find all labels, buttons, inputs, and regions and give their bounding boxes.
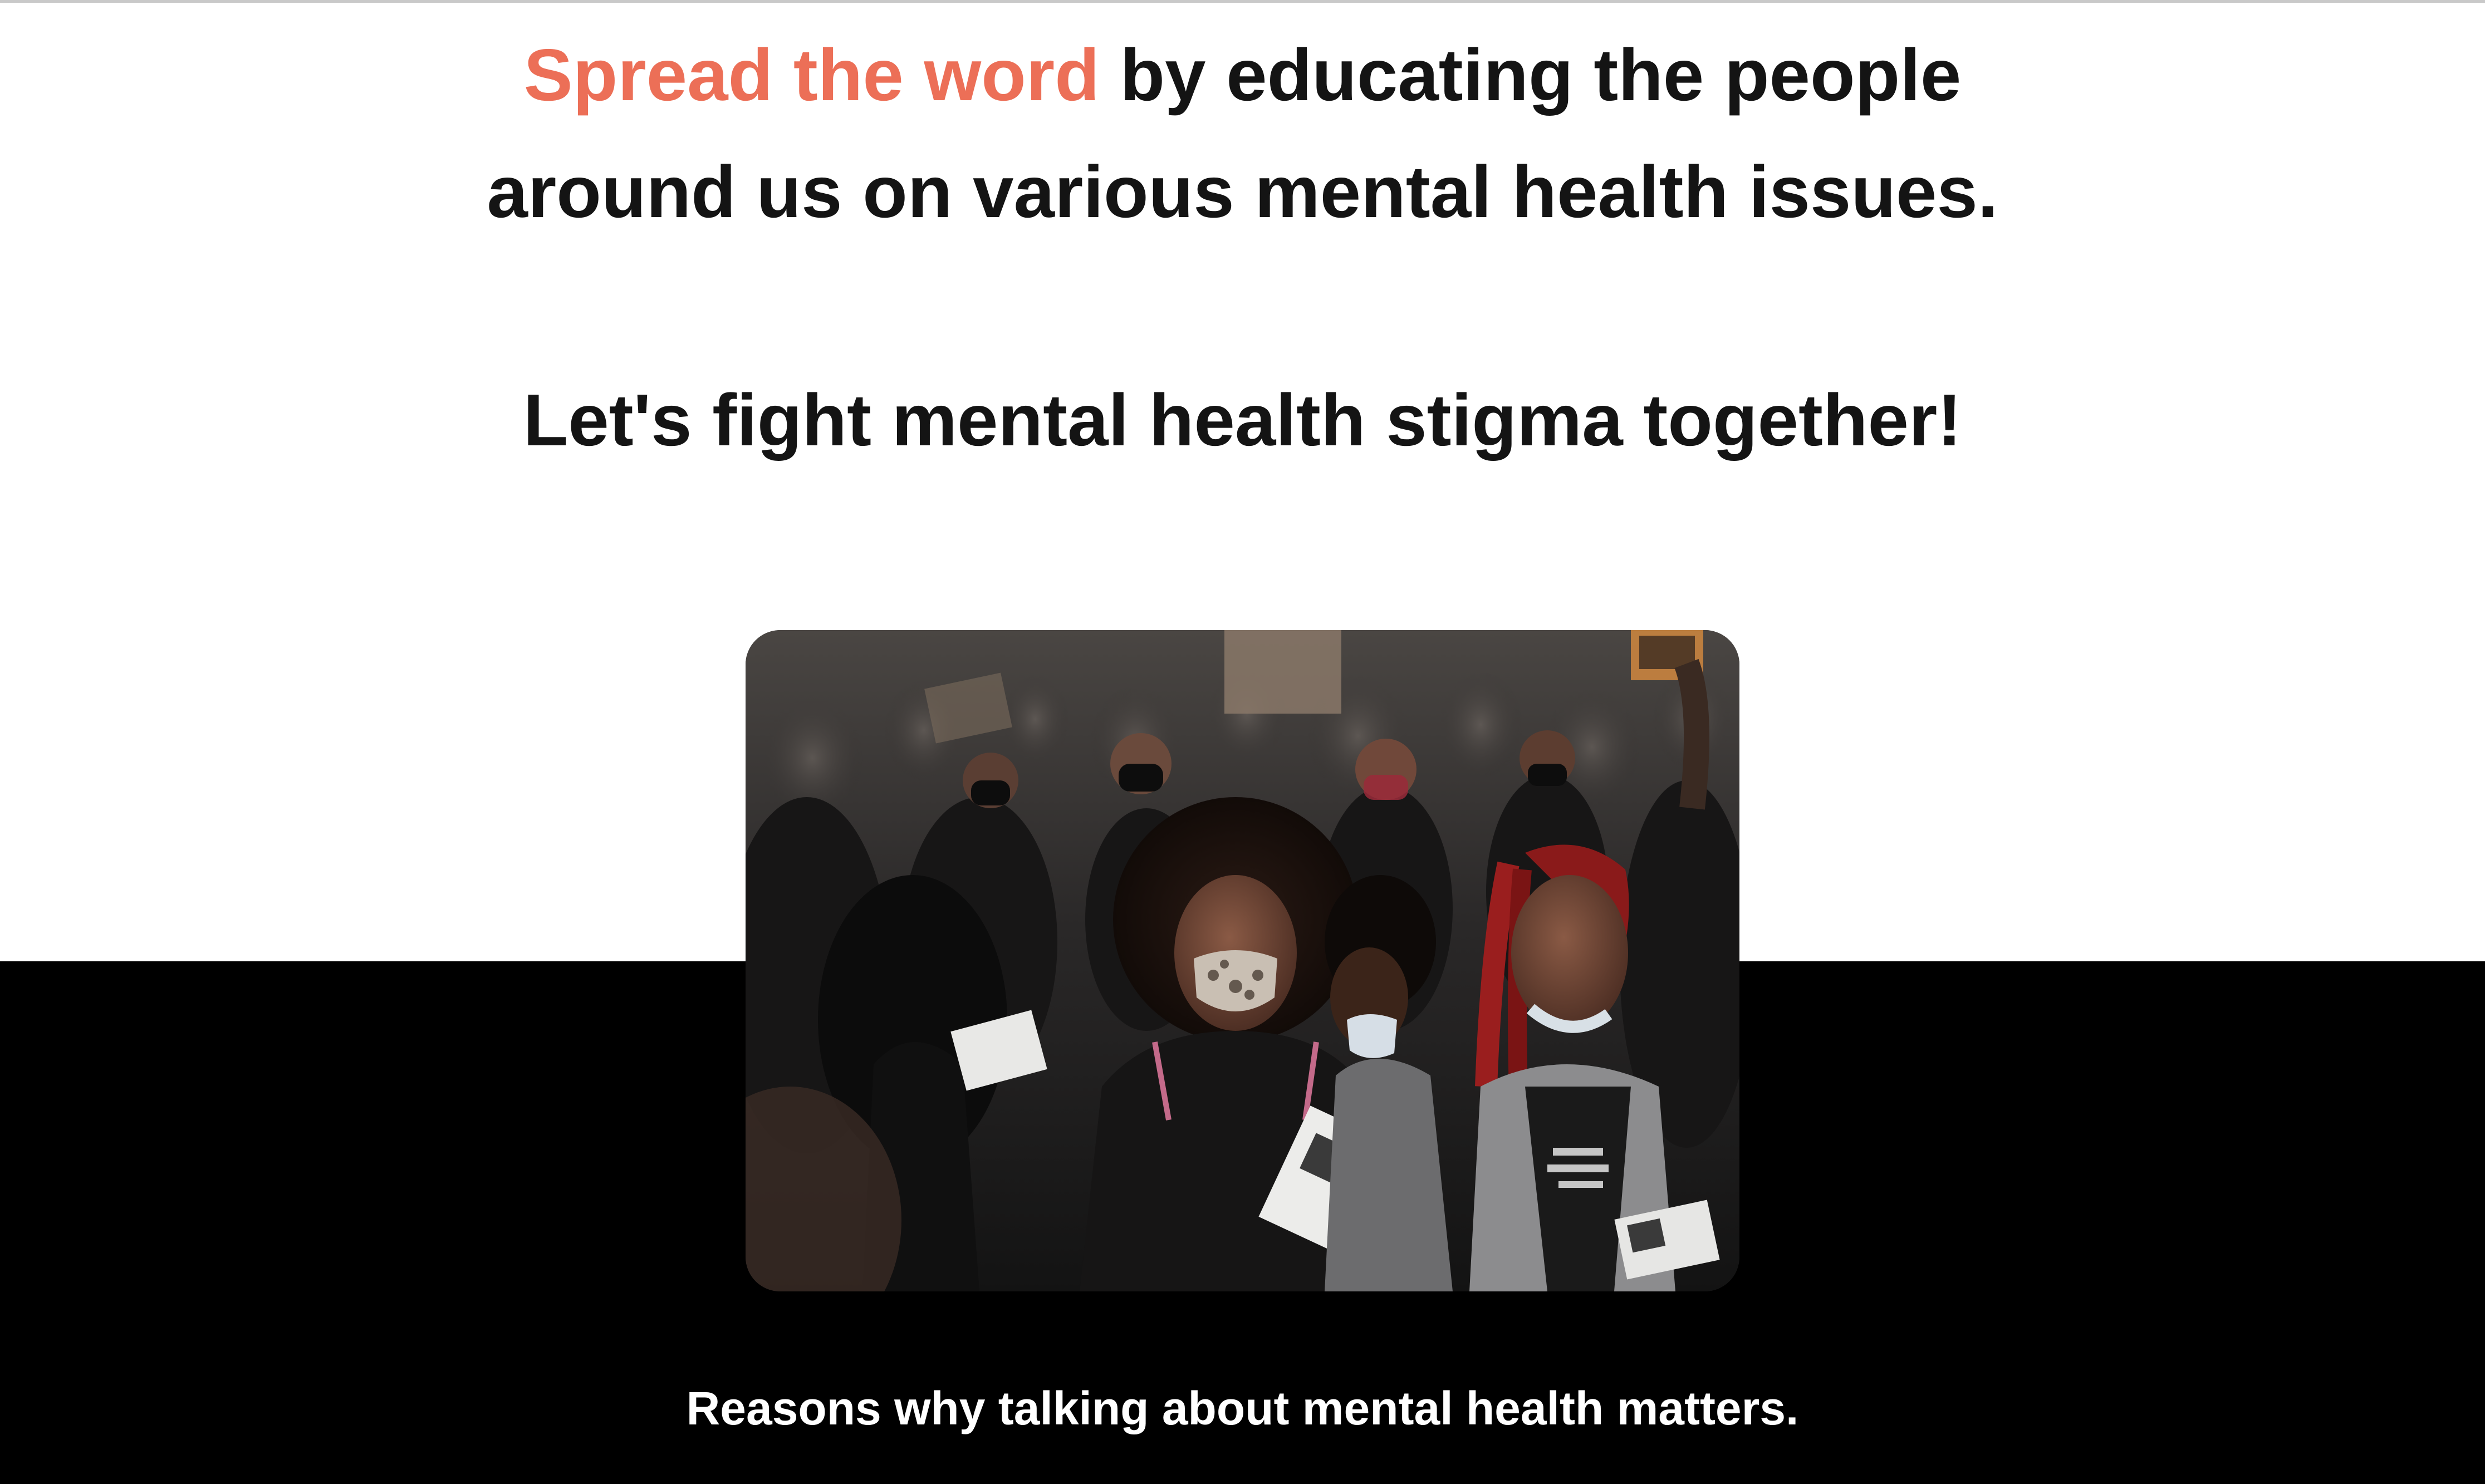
reasons-heading: Reasons why talking about mental health … xyxy=(686,1382,1799,1434)
crowd-photo-illustration xyxy=(746,630,1739,1291)
headline-line-2: around us on various mental health issue… xyxy=(487,151,1998,233)
hero-headline: Spread the word by educating the people … xyxy=(0,17,2485,250)
headline-accent: Spread the word xyxy=(523,34,1100,116)
headline-rest: by educating the people xyxy=(1099,34,1962,116)
hero-tagline: Let's fight mental health stigma togethe… xyxy=(523,379,1962,461)
headline-line-1: Spread the word by educating the people xyxy=(0,17,2485,134)
crowd-photo xyxy=(746,630,1739,1291)
